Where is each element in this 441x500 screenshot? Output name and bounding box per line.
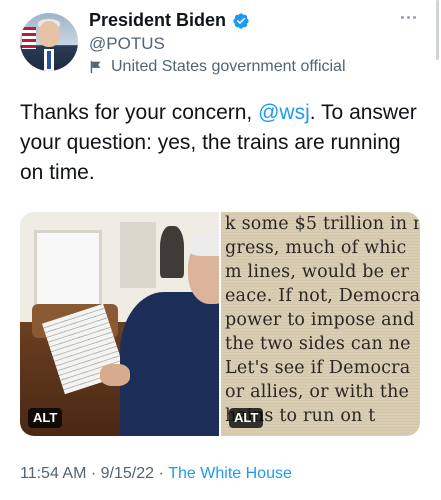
photo-bust — [160, 226, 184, 278]
photo-fireplace — [120, 222, 156, 288]
account-label[interactable]: United States government official — [89, 58, 346, 76]
tweet-text: Thanks for your concern, @wsj. To answer… — [20, 98, 425, 188]
government-flag-icon — [90, 60, 101, 74]
clipping-line: gress, much of whic — [225, 238, 407, 258]
clipping-line: eace. If not, Democra — [225, 286, 420, 306]
clipping-line: Let's see if Democra — [225, 358, 411, 378]
tweet-meta: 11:54 AM · 9/15/22 · The White House — [20, 465, 292, 483]
author-handle[interactable]: @POTUS — [89, 34, 165, 54]
tweet-date[interactable]: 9/15/22 — [101, 465, 154, 483]
author-display-name[interactable]: President Biden — [89, 10, 226, 31]
clipping-line: m lines, would be er — [225, 262, 410, 282]
alt-badge[interactable]: ALT — [229, 408, 264, 428]
photo-hair — [188, 234, 219, 256]
meta-separator: · — [154, 465, 169, 482]
more-options-icon[interactable] — [397, 12, 419, 22]
flag-background — [22, 27, 36, 49]
verified-badge-icon — [233, 12, 249, 29]
account-label-text: United States government official — [111, 58, 346, 75]
tweet-time[interactable]: 11:54 AM — [20, 465, 86, 483]
tweet-text-part: Thanks for your concern, — [20, 101, 259, 124]
scrollbar[interactable] — [436, 0, 439, 60]
media-grid: ALT k some $5 trillion in r gress, much … — [20, 212, 420, 436]
meta-separator: · — [86, 465, 101, 482]
avatar-head — [38, 21, 60, 47]
avatar-tie — [47, 51, 51, 69]
clipping-line: power to impose and — [225, 310, 415, 330]
photo-newspaper-clipping[interactable]: k some $5 trillion in r gress, much of w… — [221, 212, 420, 436]
tweet-source-link[interactable]: The White House — [168, 465, 292, 483]
author-name-row: President Biden — [89, 10, 250, 31]
photo-hand — [100, 364, 130, 386]
photo-oval-office[interactable]: ALT — [20, 212, 219, 436]
photo-suit — [120, 292, 219, 436]
mention-link[interactable]: @wsj — [258, 101, 310, 124]
alt-badge[interactable]: ALT — [28, 408, 63, 428]
avatar[interactable] — [20, 13, 78, 71]
clipping-line: or allies, or with the — [225, 382, 410, 402]
clipping-line: k some $5 trillion in r — [225, 214, 420, 234]
clipping-line: the two sides can ne — [225, 334, 411, 354]
